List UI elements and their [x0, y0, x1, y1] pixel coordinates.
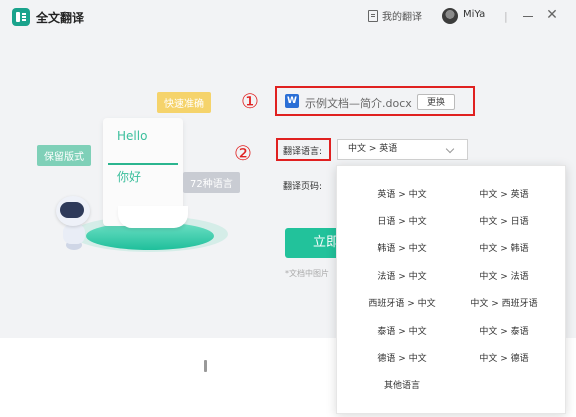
robot-body [63, 224, 85, 244]
username[interactable]: MiYa [463, 9, 485, 20]
tag-keep-format: 保留版式 [37, 145, 91, 166]
my-translations-label: 我的翻译 [382, 12, 422, 23]
tag-fast-accurate: 快速准确 [157, 92, 211, 113]
file-name: 示例文档—简介.docx [305, 97, 412, 110]
change-file-button[interactable]: 更换 [417, 94, 455, 110]
paper-divider [108, 163, 178, 165]
minimize-button[interactable] [521, 9, 535, 23]
app-logo-icon [12, 8, 30, 26]
title-bar: 全文翻译 我的翻译 MiYa | ✕ [0, 0, 576, 34]
language-option[interactable]: 中文 > 法语 [449, 269, 559, 282]
document-icon [368, 9, 378, 22]
other-languages-option[interactable]: 其他语言 [347, 378, 457, 391]
language-option[interactable]: 中文 > 泰语 [449, 324, 559, 337]
language-option[interactable]: 中文 > 德语 [449, 351, 559, 364]
paper-scroll [118, 206, 188, 228]
language-option[interactable]: 中文 > 韩语 [449, 241, 559, 254]
pages-label: 翻译页码: [283, 182, 323, 192]
language-label: 翻译语言: [283, 147, 323, 157]
avatar[interactable] [442, 8, 458, 24]
language-option[interactable]: 中文 > 西班牙语 [449, 296, 559, 309]
language-option[interactable]: 法语 > 中文 [347, 269, 457, 282]
language-option[interactable]: 韩语 > 中文 [347, 241, 457, 254]
language-option[interactable]: 西班牙语 > 中文 [347, 296, 457, 309]
language-option[interactable]: 英语 > 中文 [347, 187, 457, 200]
language-option[interactable]: 中文 > 英语 [449, 187, 559, 200]
app-title: 全文翻译 [36, 11, 85, 25]
language-option[interactable]: 中文 > 日语 [449, 214, 559, 227]
language-option[interactable]: 德语 > 中文 [347, 351, 457, 364]
marker-one: ① [241, 89, 259, 113]
paper-text-en: Hello [117, 129, 148, 143]
language-dropdown: 英语 > 中文 中文 > 英语 日语 > 中文 中文 > 日语 韩语 > 中文 … [336, 165, 566, 414]
language-option[interactable]: 泰语 > 中文 [347, 324, 457, 337]
robot-face [60, 202, 84, 218]
language-option[interactable]: 日语 > 中文 [347, 214, 457, 227]
title-separator: | [504, 10, 508, 23]
image-hint: *文档中图片 [285, 269, 329, 278]
text-cursor-icon [204, 360, 207, 372]
tag-72-languages: 72种语言 [183, 172, 240, 193]
close-button[interactable]: ✕ [545, 8, 559, 22]
marker-two: ② [234, 141, 252, 165]
paper-text-zh: 你好 [117, 170, 142, 184]
word-file-icon: W [285, 94, 299, 108]
my-translations-link[interactable]: 我的翻译 [368, 8, 422, 23]
